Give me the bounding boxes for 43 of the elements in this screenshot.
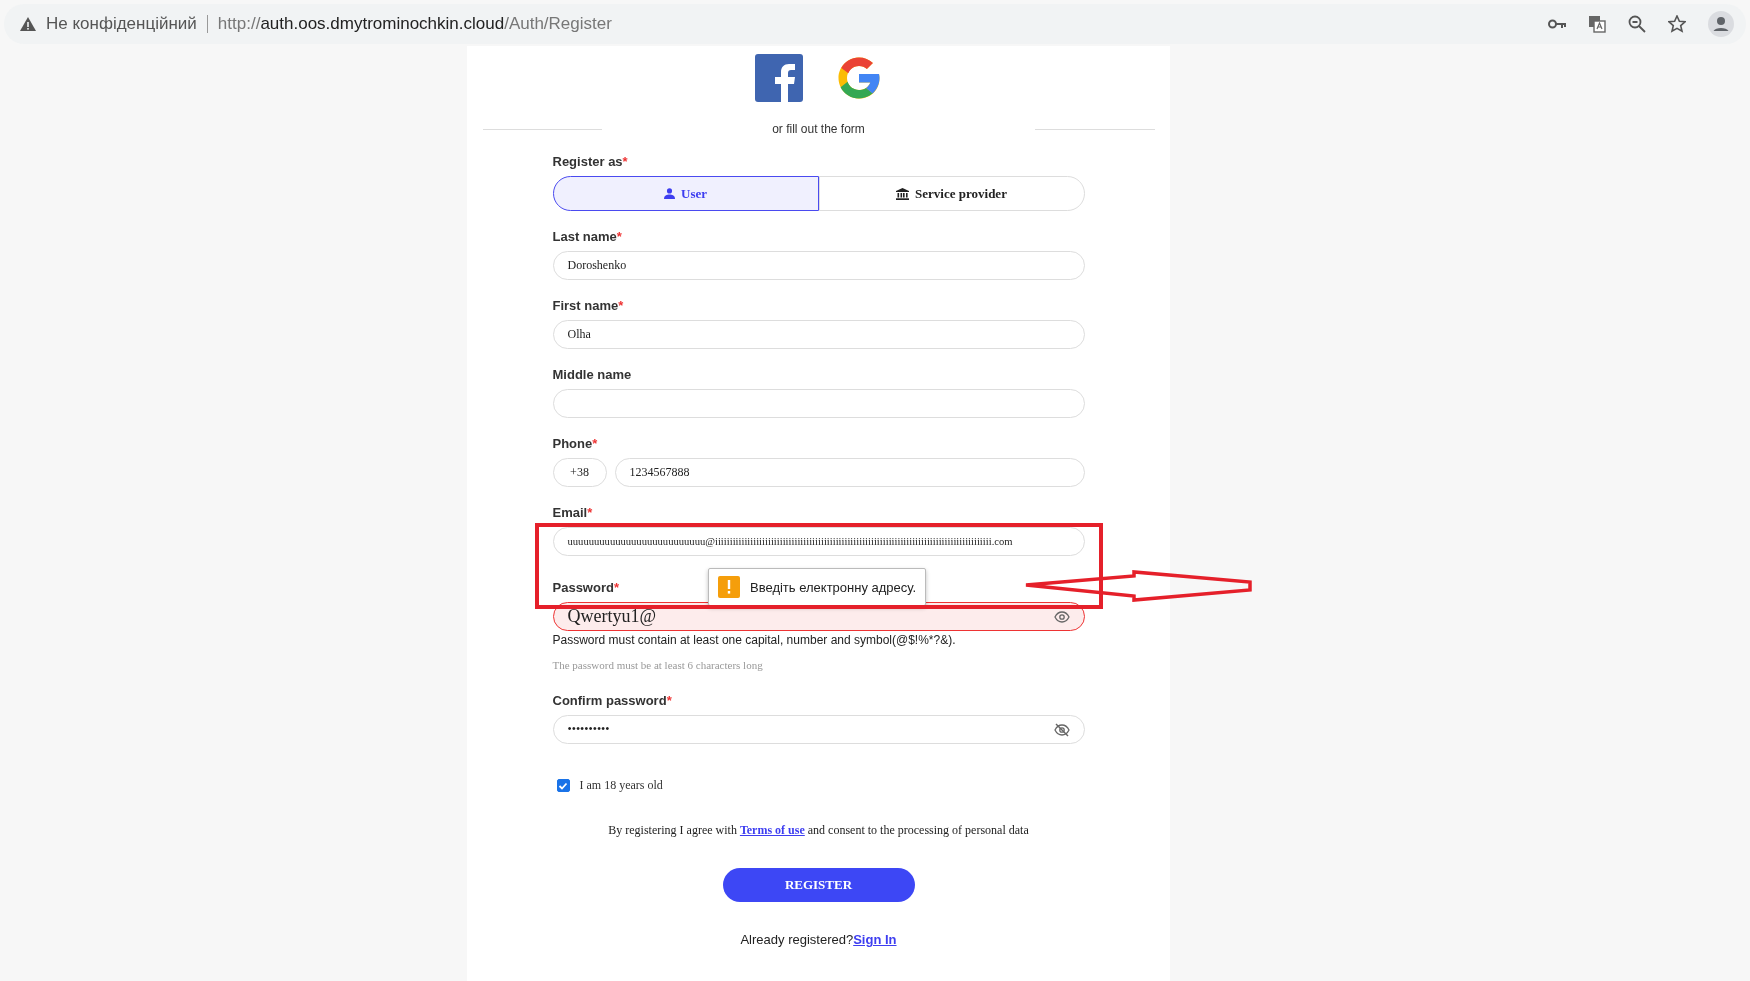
warning-icon — [718, 576, 740, 598]
phone-field[interactable]: 1234567888 — [614, 458, 1085, 487]
role-tab[interactable]: Service provider — [818, 176, 1085, 211]
text-field[interactable] — [552, 389, 1085, 418]
security-label[interactable]: Не конфіденційний — [46, 14, 197, 34]
key-icon[interactable] — [1548, 19, 1566, 29]
field-label: Password* — [552, 580, 619, 595]
field-label: First name* — [552, 298, 624, 313]
register-button[interactable]: REGISTER — [722, 868, 915, 902]
bank-icon — [896, 187, 910, 200]
password-hint: The password must be at least 6 characters long — [552, 659, 764, 671]
profile-icon[interactable] — [1708, 11, 1734, 37]
role-tab[interactable]: User — [552, 176, 819, 211]
email-field[interactable]: uuuuuuuuuuuuuuuuuuuuuuuuuu@iiiiiiiiiiiiiiiiiiiiiiiiiiiiiiiiiiiiiiiiiiiiiiiiiiiiiiiiiiiiiiiiiiiiiiiiiiiiiiiiiiiiiiiiiiiiii.com — [552, 527, 1085, 556]
eye-slash-icon[interactable] — [1053, 721, 1070, 738]
sign-in-link[interactable]: Sign In — [853, 932, 897, 947]
address-bar[interactable]: Не конфіденційний http://auth.oos.dmytrominochkin.cloud/Auth/Register — [4, 4, 1746, 44]
password-field[interactable]: •••••••••• — [552, 715, 1085, 744]
warning-icon[interactable] — [20, 17, 36, 31]
terms-link[interactable]: Terms of use — [739, 823, 805, 837]
star-icon[interactable] — [1668, 15, 1686, 33]
field-label: Phone* — [552, 436, 598, 451]
field-label: Register as* — [552, 154, 628, 169]
divider-text: or fill out the form — [771, 122, 866, 136]
checkbox-label: I am 18 years old — [579, 778, 663, 793]
field-label: Middle name — [552, 367, 632, 382]
translate-icon[interactable] — [1588, 15, 1606, 33]
password-error: Password must contain at least one capital, number and symbol(@$!%*?&). — [552, 633, 957, 647]
field-label: Confirm password* — [552, 693, 672, 708]
terms-text: By registering I agree with Terms of use and consent to the processing of personal data — [607, 823, 1030, 838]
person-icon — [664, 188, 675, 199]
field-label: Email* — [552, 505, 593, 520]
text-field[interactable]: Doroshenko — [552, 251, 1085, 280]
tooltip-text: Введіть електронну адресу. — [750, 579, 917, 595]
sign-in-prompt: Already registered? — [740, 932, 854, 947]
checkbox[interactable] — [556, 779, 570, 792]
facebook-icon[interactable] — [754, 54, 803, 102]
country-code-field[interactable]: +38 — [552, 458, 607, 487]
url-text[interactable]: http://auth.oos.dmytrominochkin.cloud/Auth/Register — [217, 14, 612, 34]
eye-icon[interactable] — [1053, 608, 1070, 625]
text-field[interactable]: Olha — [552, 320, 1085, 349]
zoom-icon[interactable] — [1628, 15, 1646, 33]
field-label: Last name* — [552, 229, 622, 244]
